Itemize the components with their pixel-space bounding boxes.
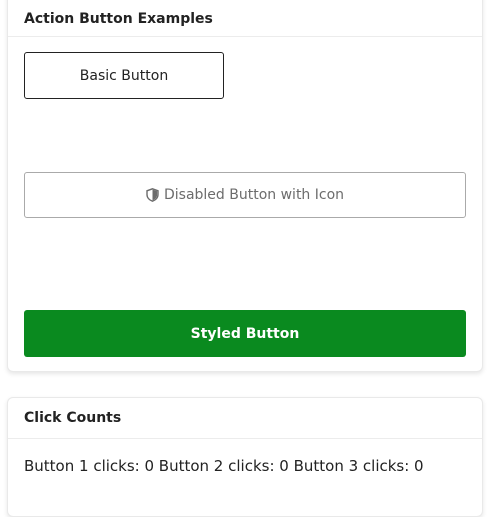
shield-icon xyxy=(146,188,159,202)
basic-button-label: Basic Button xyxy=(79,67,169,84)
card-title: Click Counts xyxy=(8,398,482,439)
click-counts-card: Click Counts Button 1 clicks: 0 Button 2… xyxy=(7,397,483,517)
disabled-button[interactable]: Disabled Button with Icon xyxy=(24,172,466,218)
disabled-button-label: Disabled Button with Icon xyxy=(163,187,345,203)
action-button-examples-card: Action Button Examples Basic Button Disa… xyxy=(7,0,483,372)
card-title: Action Button Examples xyxy=(8,0,482,37)
styled-button[interactable]: Styled Button xyxy=(24,310,466,357)
basic-button[interactable]: Basic Button xyxy=(24,52,224,99)
click-counts-text: Button 1 clicks: 0 Button 2 clicks: 0 Bu… xyxy=(24,457,424,475)
styled-button-label: Styled Button xyxy=(190,325,300,342)
